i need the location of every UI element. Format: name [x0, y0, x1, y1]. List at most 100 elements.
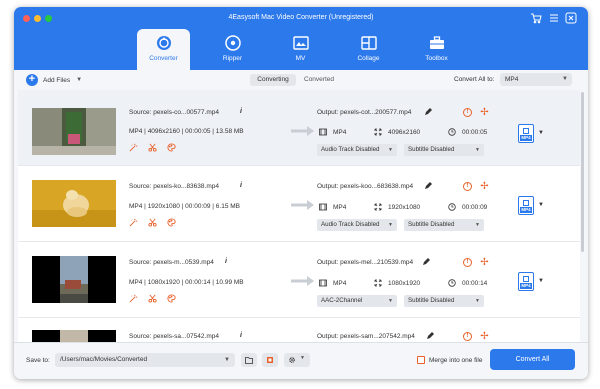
output-duration-value: 00:00:05: [462, 128, 488, 136]
menu-icon[interactable]: [548, 12, 560, 24]
converter-toolbar: + Add Files ▼ Converting Converted Conve…: [14, 70, 588, 90]
subtitle-select[interactable]: Subtitle Disabled ▼: [404, 144, 484, 156]
tab-converter[interactable]: Converter: [137, 29, 190, 70]
merge-option[interactable]: Merge into one file: [417, 356, 482, 364]
enhance-wand-icon[interactable]: [129, 143, 138, 152]
chevron-down-icon: ▼: [388, 222, 393, 228]
warning-icon[interactable]: !: [463, 332, 472, 341]
output-format-badge[interactable]: MP4: [518, 196, 534, 215]
scrollbar-thumb[interactable]: [581, 92, 584, 252]
app-title: 4Easysoft Mac Video Converter (Unregiste…: [228, 14, 374, 21]
cart-icon[interactable]: [530, 12, 542, 24]
output-format-badge-label: MP4: [520, 283, 532, 289]
save-to-label: Save to:: [26, 357, 50, 364]
info-icon[interactable]: i: [240, 108, 242, 115]
video-thumbnail: [32, 330, 116, 342]
enhance-wand-icon[interactable]: [129, 218, 138, 227]
hardware-acceleration-button[interactable]: [262, 353, 278, 367]
palette-icon[interactable]: [167, 294, 176, 303]
output-duration: 00:00:09: [448, 203, 487, 211]
add-files-button[interactable]: + Add Files ▼: [26, 73, 82, 87]
convert-all-button[interactable]: Convert All: [490, 349, 575, 370]
output-format-badge[interactable]: MP4: [518, 272, 534, 291]
file-row[interactable]: Source: pexels-co...00577.mp4 i MP4 | 40…: [18, 90, 580, 166]
warning-icon[interactable]: !: [463, 182, 472, 191]
tab-collage[interactable]: Collage: [342, 29, 395, 70]
audio-track-select[interactable]: Audio Track Disabled ▼: [317, 144, 397, 156]
tab-converter-label: Converter: [149, 55, 178, 62]
tab-ripper[interactable]: Ripper: [206, 29, 259, 70]
format-dropdown-icon[interactable]: ▼: [538, 202, 544, 208]
cut-scissors-icon[interactable]: [148, 218, 157, 227]
rename-pencil-icon[interactable]: [424, 108, 432, 116]
output-format-value: MP4: [333, 279, 347, 287]
subtitle-select[interactable]: Subtitle Disabled ▼: [404, 295, 484, 307]
compress-icon[interactable]: ✢: [480, 332, 489, 342]
settings-button[interactable]: ▼: [284, 353, 310, 367]
output-filename: Output: pexels-koo...683638.mp4: [317, 183, 414, 190]
audio-track-value: Audio Track Disabled: [321, 221, 380, 228]
file-row[interactable]: Source: pexels-ko...83638.mp4 i MP4 | 19…: [18, 166, 580, 242]
chevron-down-icon: ▼: [224, 357, 230, 363]
warning-icon[interactable]: !: [463, 258, 472, 267]
clock-icon: [448, 203, 456, 211]
save-path-select[interactable]: /Users/mac/Movies/Converted ▼: [55, 353, 235, 367]
rename-pencil-icon[interactable]: [424, 182, 432, 190]
rename-pencil-icon[interactable]: [422, 258, 430, 266]
convert-all-to-label: Convert All to:: [454, 76, 495, 83]
output-resolution-value: 1920x1080: [388, 203, 421, 211]
audio-track-select[interactable]: AAC-2Channel ▼: [317, 295, 397, 307]
source-resolution: 4096x2160: [147, 128, 180, 135]
rename-pencil-icon[interactable]: [426, 332, 434, 340]
save-path-value: /Users/mac/Movies/Converted: [60, 356, 148, 363]
video-thumbnail: [32, 256, 116, 303]
subtitle-value: Subtitle Disabled: [408, 146, 455, 153]
info-icon[interactable]: i: [225, 258, 227, 265]
convert-arrow-icon: [291, 276, 314, 286]
output-resolution-value: 1080x1920: [388, 279, 421, 287]
chevron-down-icon: ▼: [475, 222, 480, 228]
source-format: MP4: [129, 279, 143, 286]
add-files-dropdown-icon[interactable]: ▼: [76, 77, 82, 83]
compress-icon[interactable]: ✢: [480, 108, 489, 118]
tab-toolbox[interactable]: Toolbox: [410, 29, 463, 70]
list-scrollbar[interactable]: [580, 90, 586, 342]
chevron-down-icon: ▼: [388, 147, 393, 153]
cut-scissors-icon[interactable]: [148, 143, 157, 152]
merge-checkbox[interactable]: [417, 356, 425, 364]
output-duration: 00:00:05: [448, 128, 487, 136]
file-list: Source: pexels-co...00577.mp4 i MP4 | 40…: [18, 90, 580, 342]
format-dropdown-icon[interactable]: ▼: [538, 278, 544, 284]
tab-converted[interactable]: Converted: [296, 74, 342, 86]
info-icon[interactable]: i: [240, 182, 242, 189]
video-thumbnail: [32, 180, 116, 227]
output-format: MP4: [319, 203, 346, 211]
audio-track-select[interactable]: Audio Track Disabled ▼: [317, 219, 397, 231]
compress-icon[interactable]: ✢: [480, 258, 489, 268]
output-format-badge[interactable]: MP4: [518, 124, 534, 143]
tab-ripper-label: Ripper: [222, 55, 243, 62]
tab-mv[interactable]: MV: [274, 29, 327, 70]
cut-scissors-icon[interactable]: [148, 294, 157, 303]
source-size: 13.58 MB: [215, 128, 244, 135]
close-icon[interactable]: [565, 12, 577, 24]
open-folder-button[interactable]: [241, 353, 257, 367]
enhance-wand-icon[interactable]: [129, 294, 138, 303]
film-icon: [319, 203, 327, 211]
collage-grid-icon: [360, 35, 377, 51]
file-row[interactable]: Source: pexels-m...0539.mp4 i MP4 | 1080…: [18, 242, 580, 318]
tab-converting[interactable]: Converting: [250, 74, 296, 86]
format-dropdown-icon[interactable]: ▼: [538, 130, 544, 136]
convert-all-format-select[interactable]: MP4 ▼: [500, 73, 572, 86]
film-reel-icon: [523, 200, 529, 206]
file-row[interactable]: Source: pexels-sa...07542.mp4 i Output: …: [18, 318, 580, 342]
add-files-label: Add Files: [43, 76, 71, 84]
app-window: 4Easysoft Mac Video Converter (Unregiste…: [14, 7, 588, 379]
subtitle-select[interactable]: Subtitle Disabled ▼: [404, 219, 484, 231]
palette-icon[interactable]: [167, 143, 176, 152]
warning-icon[interactable]: !: [463, 108, 472, 117]
compress-icon[interactable]: ✢: [480, 182, 489, 192]
output-resolution: 4096x2160: [374, 128, 420, 136]
info-icon[interactable]: i: [240, 332, 242, 339]
palette-icon[interactable]: [167, 218, 176, 227]
